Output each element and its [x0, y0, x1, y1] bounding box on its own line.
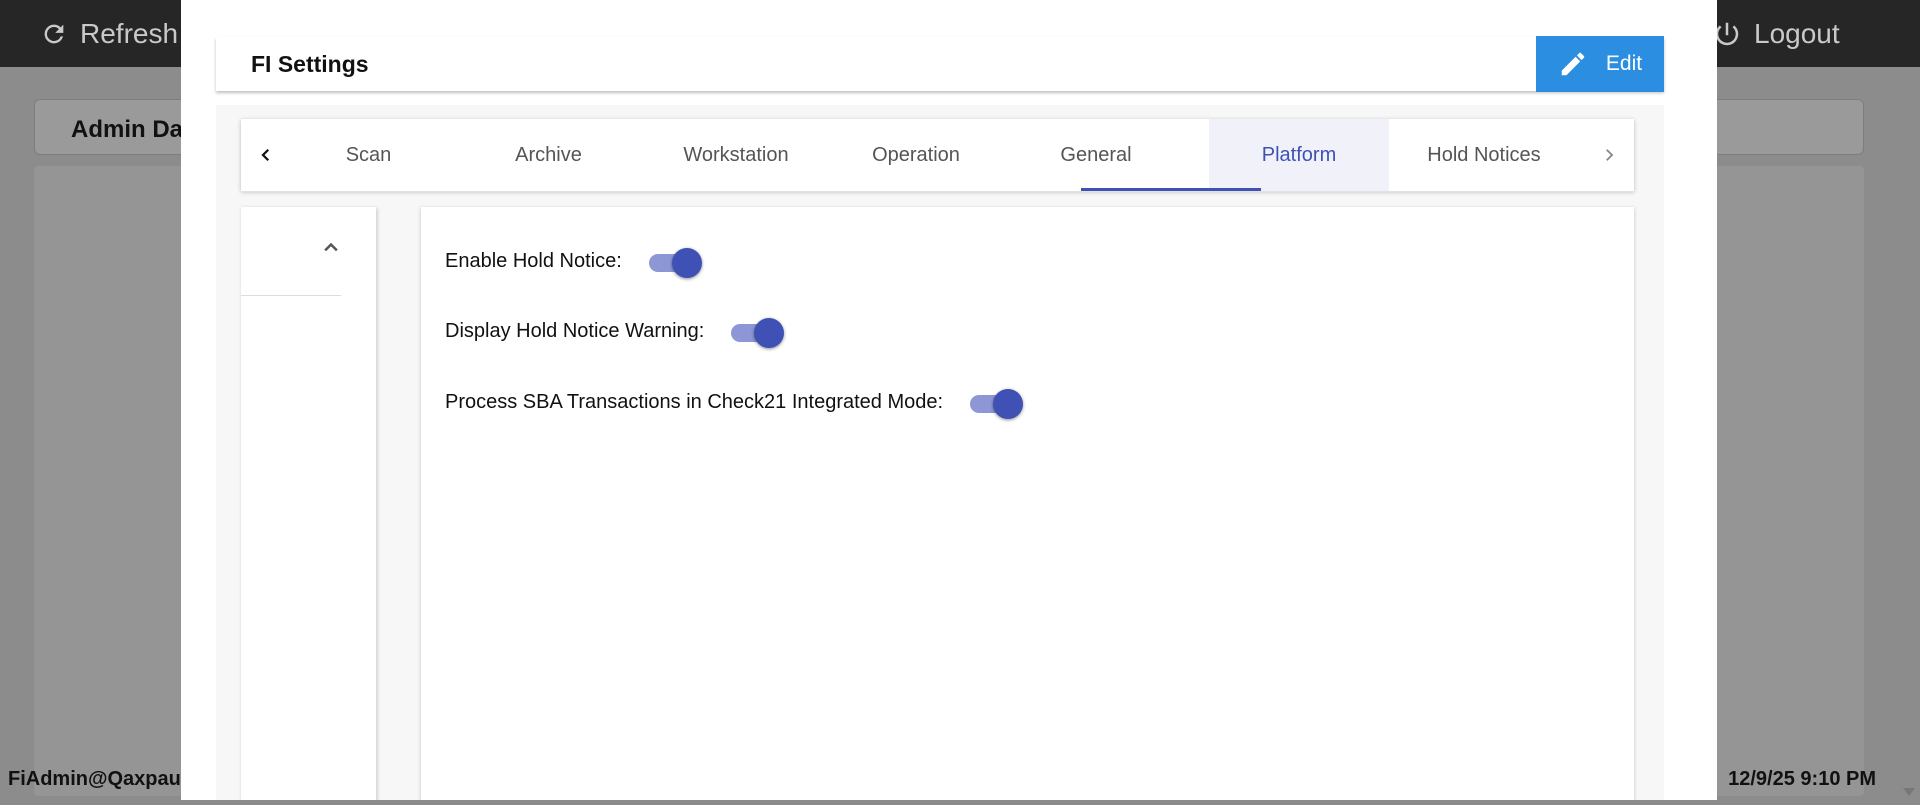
fi-settings-dialog: FI Settings Edit Scan Archive Workstatio… [181, 0, 1717, 800]
setting-label: Enable Hold Notice: [445, 249, 622, 272]
display-hold-notice-warning-toggle[interactable] [730, 314, 785, 348]
settings-tab-bar: Scan Archive Workstation Operation Gener… [241, 119, 1634, 192]
tab-label: Archive [515, 143, 582, 166]
side-panel [241, 207, 376, 800]
pencil-icon [1561, 52, 1585, 76]
chevron-up-icon [324, 242, 338, 252]
tab-hold-notices[interactable]: Hold Notices [1389, 119, 1579, 191]
setting-display-hold-notice-warning: Display Hold Notice Warning: [445, 311, 785, 351]
chevron-left-icon [261, 148, 270, 162]
tab-label: Operation [872, 143, 960, 166]
side-panel-divider [241, 295, 341, 296]
tab-label: Hold Notices [1427, 143, 1541, 166]
tab-divider [241, 191, 1634, 192]
chevron-right-icon [1606, 149, 1614, 161]
footer-user: FiAdmin@Qaxpaut [8, 768, 188, 790]
toggle-thumb [754, 318, 785, 348]
triangle-down-icon [1903, 788, 1915, 796]
admin-dashboard-title: Admin Da [71, 116, 184, 143]
dialog-content: Scan Archive Workstation Operation Gener… [216, 105, 1664, 800]
platform-settings-panel: Enable Hold Notice: Display Hold Notice … [421, 207, 1634, 800]
refresh-icon [44, 24, 64, 43]
tab-label: Workstation [683, 143, 789, 166]
tab-label: General [1060, 143, 1132, 166]
tab-platform[interactable]: Platform [1209, 119, 1389, 191]
dialog-title: FI Settings [251, 51, 369, 77]
footer-datetime: 12/9/25 9:10 PM [1728, 768, 1876, 790]
setting-label: Process SBA Transactions in Check21 Inte… [445, 390, 944, 413]
toggle-thumb [993, 389, 1024, 419]
process-sba-check21-toggle[interactable] [969, 385, 1024, 419]
collapse-button[interactable] [321, 237, 341, 262]
tab-general[interactable]: General [1021, 119, 1171, 191]
edit-button[interactable]: Edit [1536, 36, 1664, 92]
tab-scroll-right-button[interactable] [1584, 119, 1634, 191]
edit-label: Edit [1605, 52, 1643, 75]
toggle-thumb [671, 248, 702, 278]
tab-operation[interactable]: Operation [841, 119, 991, 191]
tab-archive[interactable]: Archive [481, 119, 616, 191]
logout-button[interactable]: Logout [1712, 0, 1840, 67]
enable-hold-notice-toggle[interactable] [648, 244, 702, 278]
refresh-button[interactable]: Refresh [40, 0, 178, 67]
setting-label: Display Hold Notice Warning: [445, 319, 705, 342]
setting-enable-hold-notice: Enable Hold Notice: [445, 241, 702, 281]
tab-scan[interactable]: Scan [301, 119, 436, 191]
logout-label: Logout [1754, 17, 1840, 49]
tab-scroll-left-button[interactable] [241, 119, 291, 191]
tab-label: Scan [345, 143, 392, 166]
tab-label: Platform [1261, 143, 1337, 166]
tab-workstation[interactable]: Workstation [661, 119, 811, 191]
dialog-header: FI Settings Edit [216, 36, 1664, 92]
refresh-label: Refresh [80, 17, 179, 49]
page-scroll-down-button[interactable] [1898, 764, 1920, 800]
setting-process-sba-check21: Process SBA Transactions in Check21 Inte… [445, 382, 1024, 422]
